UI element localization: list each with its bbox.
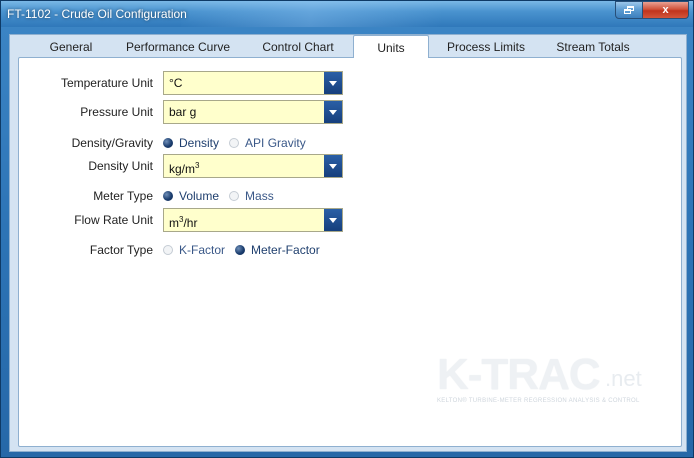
tab-performance-curve[interactable]: Performance Curve (118, 39, 238, 57)
api-gravity-radio[interactable]: API Gravity (229, 136, 306, 150)
density-unit-label: Density Unit (88, 159, 153, 173)
factor-type-row: Factor Type K-Factor Meter-Factor (19, 238, 619, 262)
mass-radio-label[interactable]: Mass (245, 189, 274, 203)
mass-radio[interactable]: Mass (229, 189, 274, 203)
tab-process-limits[interactable]: Process Limits (440, 39, 532, 57)
k-factor-radio-label[interactable]: K-Factor (179, 243, 225, 257)
window-title: FT-1102 - Crude Oil Configuration (7, 7, 187, 21)
title-bar[interactable]: FT-1102 - Crude Oil Configuration x (1, 1, 693, 27)
window-controls: x (615, 1, 689, 19)
tab-general[interactable]: General (32, 39, 110, 57)
flow-rate-unit-prefix: m (169, 216, 179, 230)
radio-selected-icon[interactable] (163, 191, 173, 201)
pressure-unit-label: Pressure Unit (80, 105, 153, 119)
radio-selected-icon[interactable] (235, 245, 246, 255)
logo-suffix: .net (605, 366, 642, 391)
close-button[interactable]: x (643, 1, 689, 19)
title-bar-decoration (181, 1, 441, 27)
logo-wordmark: K-TRAC (437, 350, 601, 399)
temperature-unit-value: °C (169, 76, 183, 90)
volume-radio[interactable]: Volume (163, 189, 219, 203)
meter-type-label: Meter Type (93, 189, 153, 203)
restore-button[interactable] (615, 1, 643, 19)
density-radio-label[interactable]: Density (179, 136, 219, 150)
config-panel: General Performance Curve Control Chart … (9, 34, 687, 452)
chevron-down-icon[interactable] (324, 101, 342, 123)
temperature-unit-row: Temperature Unit °C (19, 71, 619, 95)
density-gravity-row: Density/Gravity Density API Gravity (19, 131, 619, 155)
pressure-unit-value: bar g (169, 105, 197, 119)
logo-tagline: KELTON® TURBINE-METER REGRESSION ANALYSI… (437, 398, 640, 404)
meter-factor-radio-label[interactable]: Meter-Factor (251, 243, 320, 257)
density-unit-value: kg/m3 (169, 155, 199, 180)
density-gravity-label: Density/Gravity (71, 136, 153, 150)
restore-icon (624, 6, 634, 14)
pressure-unit-row: Pressure Unit bar g (19, 100, 619, 124)
density-unit-text: kg/m (169, 162, 196, 176)
chevron-down-icon[interactable] (324, 72, 342, 94)
density-unit-dropdown[interactable]: kg/m3 (163, 154, 343, 178)
tab-control-chart[interactable]: Control Chart (250, 39, 346, 57)
tab-stream-totals[interactable]: Stream Totals (546, 39, 640, 57)
temperature-unit-label: Temperature Unit (60, 76, 153, 90)
tab-units[interactable]: Units (353, 35, 429, 58)
density-unit-row: Density Unit kg/m3 (19, 154, 619, 178)
meter-factor-radio[interactable]: Meter-Factor (235, 243, 320, 257)
factor-type-radio-group: K-Factor Meter-Factor (163, 238, 330, 262)
density-unit-superscript: 3 (195, 161, 200, 170)
density-gravity-radio-group: Density API Gravity (163, 131, 316, 155)
temperature-unit-dropdown[interactable]: °C (163, 71, 343, 95)
meter-type-radio-group: Volume Mass (163, 184, 284, 208)
radio-unselected-icon[interactable] (229, 191, 240, 201)
flow-rate-unit-suffix: /hr (183, 216, 198, 230)
flow-rate-unit-value: m3/hr (169, 209, 197, 234)
radio-unselected-icon[interactable] (163, 245, 173, 255)
radio-unselected-icon[interactable] (229, 138, 240, 148)
radio-selected-icon[interactable] (163, 138, 173, 148)
meter-type-row: Meter Type Volume Mass (19, 184, 619, 208)
pressure-unit-dropdown[interactable]: bar g (163, 100, 343, 124)
flow-rate-unit-dropdown[interactable]: m3/hr (163, 208, 343, 232)
units-tab-content: Temperature Unit °C Pressure Unit bar g … (18, 57, 682, 447)
k-factor-radio[interactable]: K-Factor (163, 243, 225, 257)
factor-type-label: Factor Type (89, 243, 153, 257)
flow-rate-unit-row: Flow Rate Unit m3/hr (19, 208, 619, 232)
close-icon: x (662, 4, 669, 16)
k-trac-logo: K-TRAC .net KELTON® TURBINE-METER REGRES… (437, 350, 642, 406)
volume-radio-label[interactable]: Volume (179, 189, 219, 203)
chevron-down-icon[interactable] (324, 155, 342, 177)
flow-rate-unit-label: Flow Rate Unit (74, 213, 153, 227)
tab-strip: General Performance Curve Control Chart … (10, 35, 686, 58)
api-gravity-radio-label[interactable]: API Gravity (245, 136, 306, 150)
app-window: FT-1102 - Crude Oil Configuration x Gene… (0, 0, 694, 458)
density-radio[interactable]: Density (163, 136, 219, 150)
chevron-down-icon[interactable] (324, 209, 342, 231)
